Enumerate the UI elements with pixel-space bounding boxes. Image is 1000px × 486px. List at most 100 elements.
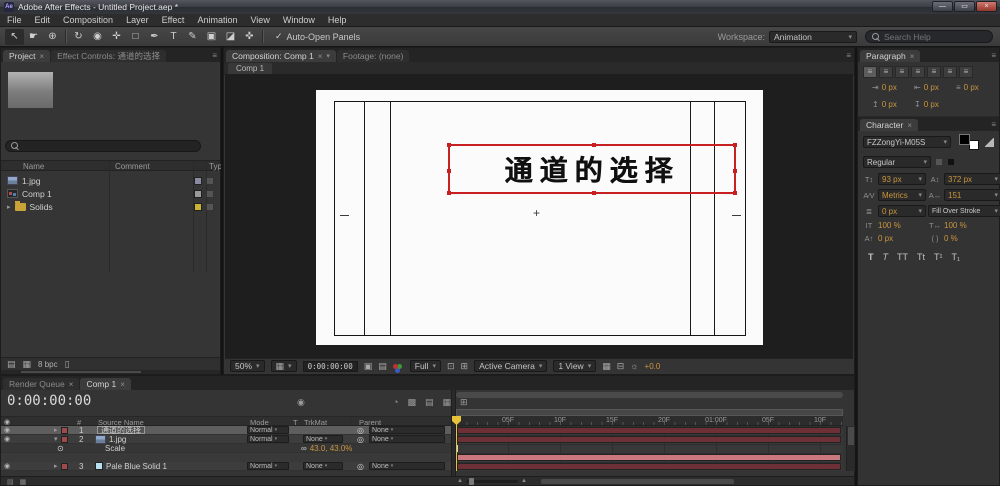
hide-shy-icon[interactable]: ▤ [425,397,434,408]
faux-bold-button[interactable]: T [868,252,874,262]
font-family-dropdown[interactable]: FZZongYi-M05S [863,136,951,148]
expand-layers-icon[interactable]: ▤ [7,478,14,486]
blend-mode-dropdown[interactable]: Normal [247,435,289,443]
leading-dropdown[interactable]: 372 px [944,173,1000,185]
zoom-slider-knob[interactable] [468,477,474,485]
parent-dropdown[interactable]: None [369,426,445,434]
new-folder-icon[interactable]: ▦ [23,359,32,370]
parent-dropdown[interactable]: None [369,462,445,470]
horizontal-scrollbar[interactable] [1,370,220,374]
comp-text[interactable]: 通道的选择 [450,146,734,192]
panel-menu-icon[interactable]: ≡ [991,120,996,129]
magnification-dropdown[interactable]: 50% [230,360,265,372]
tracking-dropdown[interactable]: 151 [944,189,1000,201]
menu-help[interactable]: Help [328,15,347,25]
snapshot-icon[interactable]: ▣ [364,361,373,372]
trkmat-dropdown[interactable]: None [303,435,343,443]
stroke-color-swatch[interactable] [969,140,979,150]
eyedropper-icon[interactable] [985,137,994,147]
stopwatch-icon[interactable]: ⊙ [57,444,64,453]
eye-icon[interactable]: ◉ [4,462,10,470]
motion-blur-icon[interactable]: ⊞ [460,397,468,408]
collapse-icon[interactable]: ▾ [54,435,58,443]
menu-edit[interactable]: Edit [35,15,51,25]
layer-duration-bar[interactable] [457,427,841,434]
fill-color-swatch[interactable] [959,134,970,145]
scrollbar-thumb[interactable] [21,371,141,373]
layer-name[interactable]: 通道的选择 [97,426,145,435]
project-search-input[interactable] [23,141,195,151]
menu-animation[interactable]: Animation [197,15,237,25]
close-icon[interactable] [318,51,323,61]
interpret-footage-icon[interactable]: ▤ [7,359,16,370]
column-comment[interactable]: Comment [115,162,150,171]
panel-menu-icon[interactable]: ≡ [212,51,217,60]
project-search-box[interactable] [5,140,201,152]
align-left-icon[interactable]: ≡ [863,66,877,78]
camera-tool-icon[interactable]: ◉ [88,29,107,45]
switches-modes-icon[interactable]: ▦ [20,478,27,486]
maximize-button[interactable]: ▭ [954,1,975,12]
frame-blend-icon[interactable]: ▦ [442,397,451,408]
blend-mode-dropdown[interactable]: Normal [247,426,289,434]
justify-last-center-icon[interactable]: ≡ [927,66,941,78]
time-ruler[interactable]: 05F 10F 15F 20F 01:00F 05F 10F [456,416,843,426]
space-after-value[interactable]: 0 px [924,100,939,109]
horizontal-scale-value[interactable]: 100 % [944,221,1000,230]
space-before-value[interactable]: 0 px [882,100,897,109]
no-fill-swatch[interactable] [935,158,943,166]
stroke-width-dropdown[interactable]: 0 px [878,205,926,217]
draft-3d-icon[interactable]: ▩ [407,397,416,408]
eye-icon[interactable]: ◉ [4,426,10,434]
project-item-solids[interactable]: ▸ Solids [1,200,220,213]
exposure-icon[interactable]: ☼ [630,361,638,371]
timeline-zoom-slider[interactable] [465,477,518,485]
label-chip[interactable] [194,176,202,185]
vertical-scale-value[interactable]: 100 % [878,221,926,230]
pickwhip-icon[interactable]: ◎ [357,462,364,471]
timeline-horizontal-scrollbar[interactable] [541,479,734,484]
view-layout-dropdown[interactable]: 1 View [553,360,597,372]
indent-left-value[interactable]: 0 px [882,83,897,92]
trkmat-dropdown[interactable]: None [303,462,343,470]
panel-menu-icon[interactable]: ≡ [846,51,851,60]
parent-dropdown[interactable]: None [369,435,445,443]
scrollbar-thumb[interactable] [848,427,854,445]
layer-duration-bar-selected[interactable] [457,454,841,461]
zoom-out-frames-icon[interactable]: ▲ [457,478,463,484]
tab-timeline-comp1[interactable]: Comp 1 [80,378,131,390]
align-center-icon[interactable]: ≡ [879,66,893,78]
menu-window[interactable]: Window [283,15,315,25]
tab-project[interactable]: Project [3,50,51,62]
menu-view[interactable]: View [250,15,269,25]
all-caps-button[interactable]: TT [897,252,908,262]
vertical-scrollbar[interactable] [846,426,855,471]
zoom-tool-icon[interactable]: ⊕ [43,29,62,45]
property-row-scale[interactable]: ⊙ Scale ∞ 43.0, 43.0% [1,444,451,453]
stroke-mode-dropdown[interactable]: Fill Over Stroke [928,205,1000,217]
subscript-button[interactable]: T₁ [952,252,961,262]
tab-paragraph[interactable]: Paragraph [860,50,921,62]
font-style-dropdown[interactable]: Regular [863,156,931,168]
layer-name[interactable]: 1.jpg [109,435,126,444]
kerning-dropdown[interactable]: Metrics [878,189,926,201]
justify-last-left-icon[interactable]: ≡ [911,66,925,78]
justify-last-right-icon[interactable]: ≡ [943,66,957,78]
comp-viewport[interactable]: 通道的选择 + [225,75,853,358]
close-icon[interactable] [120,379,125,389]
close-button[interactable]: × [976,1,997,12]
close-icon[interactable] [907,120,912,130]
help-search-input[interactable] [884,31,986,42]
faux-italic-button[interactable]: T [883,252,889,262]
close-icon[interactable] [39,51,44,61]
pen-tool-icon[interactable]: ✒ [145,29,164,45]
exposure-value[interactable]: +0.0 [645,362,661,371]
pickwhip-icon[interactable]: ◎ [357,426,364,435]
blend-mode-dropdown[interactable]: Normal [247,462,289,470]
expand-icon[interactable]: ▸ [7,203,11,211]
fast-previews-icon[interactable]: ⊟ [617,361,625,372]
expand-icon[interactable]: ▸ [54,462,58,470]
type-tool-icon[interactable]: T [164,29,183,45]
current-time-display[interactable]: 0:00:00:00 [7,393,91,409]
grid-guides-dropdown[interactable]: ▦ [270,360,297,372]
